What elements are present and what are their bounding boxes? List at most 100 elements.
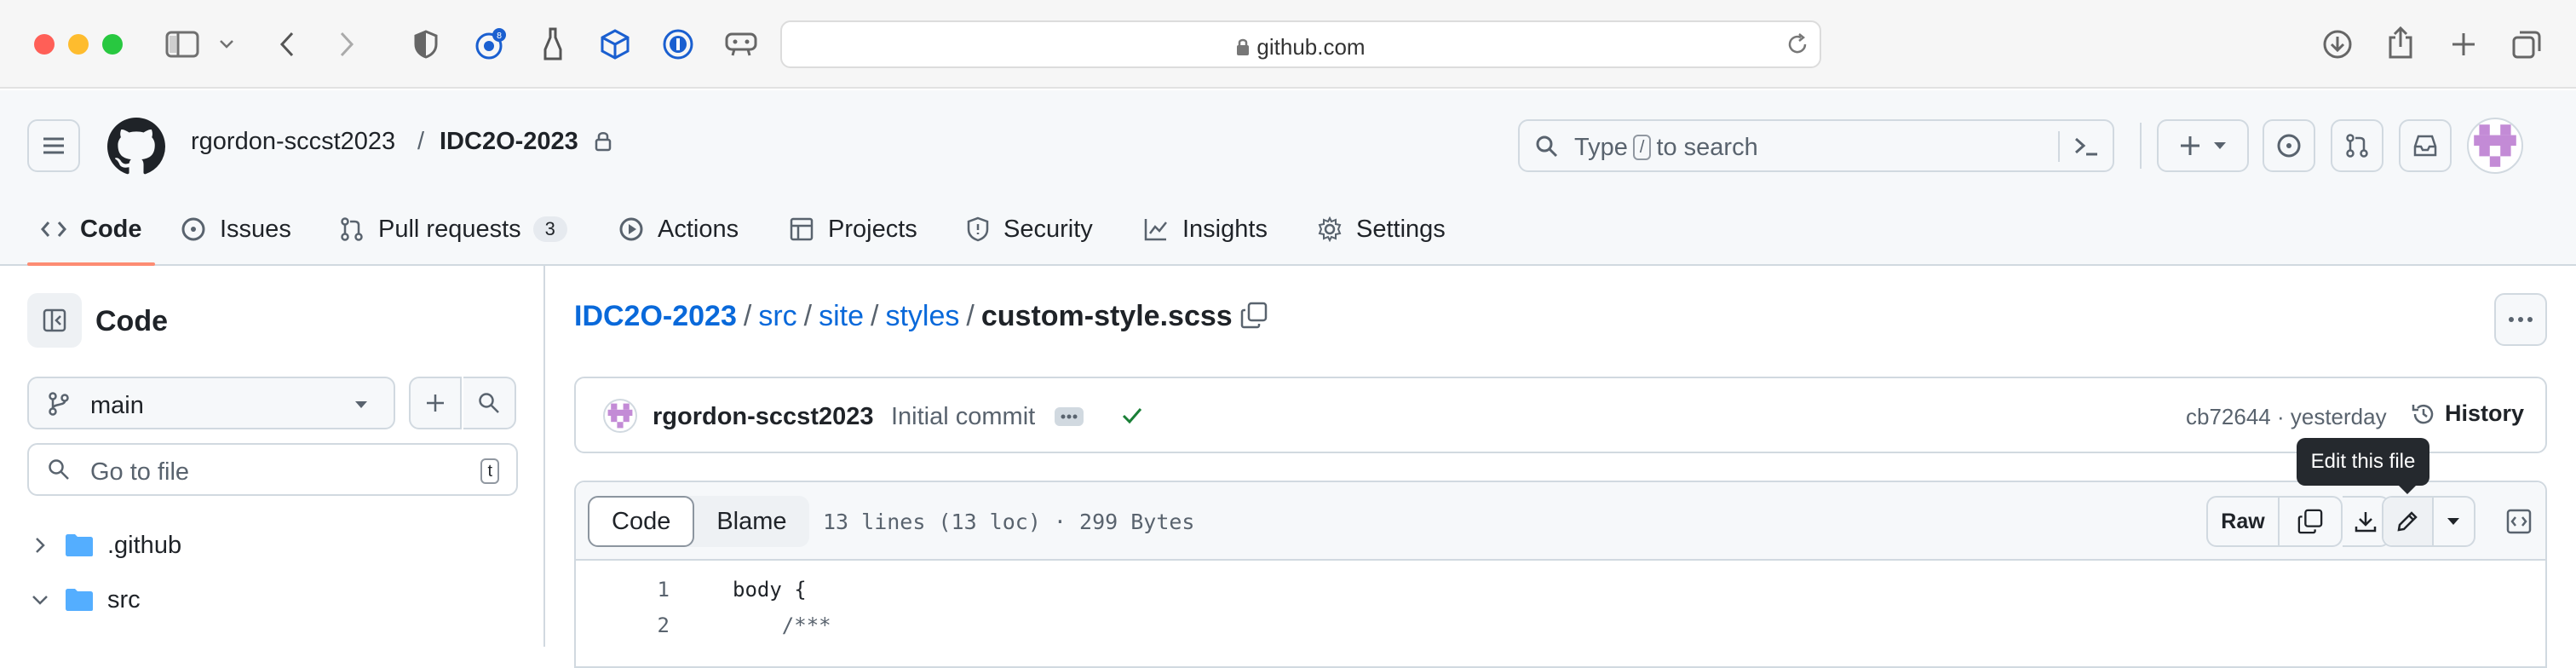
- tab-settings[interactable]: Settings: [1317, 210, 1446, 249]
- back-icon[interactable]: [274, 27, 300, 61]
- menu-button[interactable]: [27, 119, 80, 172]
- raw-button[interactable]: Raw: [2208, 498, 2280, 545]
- sidebar-icon[interactable]: [164, 29, 201, 60]
- pull-request-icon: [2344, 133, 2370, 158]
- breadcrumb-site-link[interactable]: site: [819, 300, 864, 332]
- go-to-file-placeholder: Go to file: [90, 458, 190, 486]
- copy-raw-button[interactable]: [2280, 498, 2341, 545]
- tab-code[interactable]: Code: [41, 210, 142, 249]
- repo-name-link[interactable]: IDC2O-2023: [440, 128, 578, 156]
- chevron-right-icon: [34, 536, 46, 555]
- address-bar[interactable]: github.com: [780, 20, 1821, 68]
- edit-options-button[interactable]: [2434, 498, 2474, 545]
- forward-icon[interactable]: [334, 27, 359, 61]
- command-palette-icon[interactable]: [2073, 135, 2099, 158]
- plus-icon: [425, 393, 446, 413]
- line-number[interactable]: 1: [576, 578, 670, 602]
- shield-icon: [966, 216, 990, 242]
- breadcrumb-src-link[interactable]: src: [758, 300, 796, 332]
- collapse-file-tree-button[interactable]: [27, 293, 82, 348]
- chevron-down-icon[interactable]: [216, 34, 237, 55]
- shield-icon[interactable]: [411, 27, 441, 61]
- check-icon[interactable]: [1121, 404, 1143, 426]
- download-icon[interactable]: [2320, 27, 2355, 61]
- play-icon: [618, 216, 644, 242]
- more-options-button[interactable]: [2494, 293, 2547, 346]
- view-mode-toggle: Code Blame: [588, 496, 809, 547]
- tab-issues[interactable]: Issues: [181, 210, 291, 249]
- pull-request-count-badge: 3: [532, 216, 567, 242]
- folder-open-icon: [65, 588, 94, 612]
- pull-requests-button[interactable]: [2331, 119, 2383, 172]
- code-view-button[interactable]: Code: [588, 496, 695, 547]
- caret-down-icon: [354, 400, 368, 409]
- create-new-button[interactable]: [2157, 119, 2249, 172]
- table-icon: [789, 216, 814, 242]
- commit-author-link[interactable]: rgordon-sccst2023: [653, 403, 874, 431]
- private-lock-icon: [595, 131, 612, 152]
- shortcut-key-badge: t: [480, 458, 499, 484]
- tab-security[interactable]: Security: [966, 210, 1093, 249]
- tab-projects[interactable]: Projects: [789, 210, 917, 249]
- cube-icon[interactable]: [598, 26, 632, 63]
- tab-overview-icon[interactable]: [2510, 27, 2544, 61]
- browser-toolbar: 8 github.com: [0, 0, 2576, 89]
- author-avatar[interactable]: [603, 399, 637, 433]
- symbols-panel-button[interactable]: [2498, 498, 2540, 545]
- reload-icon[interactable]: [1785, 32, 1809, 56]
- sidebar-collapse-icon: [42, 308, 67, 333]
- tree-item-src-folder[interactable]: src: [0, 574, 545, 625]
- history-button[interactable]: History: [2411, 400, 2524, 427]
- github-header: rgordon-sccst2023 / IDC2O-2023 Type / to s…: [0, 90, 2576, 266]
- tree-item-github-folder[interactable]: .github: [0, 520, 545, 571]
- close-window-button[interactable]: [34, 34, 55, 55]
- breadcrumb-styles-link[interactable]: styles: [885, 300, 959, 332]
- graph-icon: [1143, 216, 1169, 242]
- bottle-icon[interactable]: [540, 26, 566, 63]
- password-icon[interactable]: [661, 26, 695, 63]
- pencil-icon: [2395, 510, 2419, 533]
- issues-button[interactable]: [2263, 119, 2315, 172]
- minimize-window-button[interactable]: [68, 34, 89, 55]
- folder-icon: [65, 533, 94, 557]
- go-to-file-input[interactable]: Go to file t: [27, 443, 518, 496]
- branch-icon: [48, 392, 70, 416]
- chevron-down-icon: [31, 594, 49, 606]
- expand-commit-message-button[interactable]: [1055, 407, 1084, 426]
- branch-selector[interactable]: main: [27, 377, 395, 429]
- share-icon[interactable]: [2385, 24, 2416, 61]
- commit-message-link[interactable]: Initial commit: [891, 403, 1035, 431]
- search-files-button[interactable]: [463, 377, 516, 429]
- copy-icon: [2297, 509, 2323, 534]
- edit-file-tooltip: Edit this file: [2297, 438, 2429, 494]
- search-icon: [478, 392, 500, 414]
- code-line: /***: [733, 613, 831, 637]
- commit-sha-time[interactable]: cb72644 · yesterday: [2186, 404, 2387, 430]
- line-number[interactable]: 2: [576, 613, 670, 637]
- breadcrumb-repo-link[interactable]: IDC2O-2023: [574, 300, 737, 332]
- tab-actions[interactable]: Actions: [618, 210, 739, 249]
- game-icon[interactable]: [722, 27, 760, 61]
- pull-request-icon: [339, 216, 365, 242]
- repo-owner-link[interactable]: rgordon-sccst2023: [191, 128, 395, 156]
- file-info: 13 lines (13 loc) · 299 Bytes: [823, 510, 1195, 534]
- zoom-window-button[interactable]: [102, 34, 123, 55]
- inbox-button[interactable]: [2399, 119, 2452, 172]
- github-logo-icon[interactable]: [107, 118, 165, 176]
- extension-icon[interactable]: 8: [474, 26, 508, 63]
- code-square-icon: [2506, 509, 2532, 534]
- tab-pull-requests[interactable]: Pull requests 3: [339, 210, 567, 249]
- caret-down-icon: [2213, 141, 2227, 150]
- blame-view-button[interactable]: Blame: [694, 496, 808, 547]
- breadcrumb-file-name: custom-style.scss: [980, 300, 1233, 332]
- new-tab-icon[interactable]: [2447, 27, 2481, 61]
- search-input[interactable]: Type / to search: [1518, 119, 2114, 172]
- search-icon: [48, 458, 70, 481]
- tab-insights[interactable]: Insights: [1143, 210, 1268, 249]
- issue-icon: [2276, 133, 2302, 158]
- edit-file-button[interactable]: [2383, 498, 2434, 545]
- plus-icon: [2179, 135, 2201, 157]
- add-file-button[interactable]: [409, 377, 462, 429]
- copy-path-icon[interactable]: [1240, 302, 1268, 329]
- avatar[interactable]: [2467, 118, 2523, 174]
